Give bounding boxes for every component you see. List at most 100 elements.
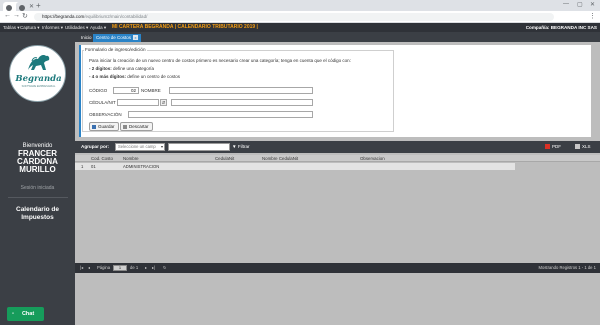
record-count: Mostrando Registros 1 - 1 de 1 [538,265,597,270]
calendar-line-2: Impuestos [21,214,54,221]
codigo-label: CÓDIGO [89,88,108,93]
tab-centro-costos-label: Centro de Costos [96,35,132,40]
filter-button[interactable]: ▼ Filtrar [232,144,250,149]
user-last-name-2: MURILLO [19,165,56,174]
column-header[interactable]: CedulaNit [215,155,234,162]
app-title: MI CARTERA BEGRANDA | CALENDARIO TRIBUTA… [112,24,258,30]
page-number-input[interactable]: 1 [113,265,127,271]
url-host: https://begranda.com [42,14,85,19]
sidebar: Begranda SOFTWARE EMPRESARIAL Bienvenido… [0,32,75,325]
filter-input[interactable] [168,143,230,151]
browser-menu-icon[interactable]: ⋮ [589,12,596,20]
form-accent-bar [79,45,81,137]
tab-close-icon[interactable]: ✕ [29,3,34,10]
tab-centro-costos[interactable]: Centro de Costos x [93,34,142,42]
back-arrow-icon[interactable]: ← [4,12,11,19]
group-by-select[interactable]: Seleccione un camp ▾ [115,143,165,151]
chat-label: Chat [21,311,35,317]
browser-tab-bar: ✕ ✕ + — ▢ ✕ [0,0,600,11]
xls-label: XLS [582,144,591,149]
cell-cod-costo: 01 [91,164,96,169]
sidebar-divider [8,197,68,198]
table-row[interactable]: 1 01 ADMINISTRACION [75,163,515,170]
form-info-line-3: - 4 o más dígitos: define un centro de c… [89,74,180,79]
cedula-lookup-icon[interactable]: ⇵ [160,99,167,106]
address-bar[interactable]: https://begranda.com/equilibrium2/main/c… [34,13,554,21]
reload-icon[interactable]: ↻ [22,12,28,20]
tab-close-icon[interactable]: x [133,35,139,40]
browser-toolbar: ← → ↻ https://begranda.com/equilibrium2/… [0,11,600,23]
codigo-input[interactable]: 02 [113,87,139,94]
observacion-input[interactable] [128,111,313,118]
group-by-label: Agrupar por: [81,144,110,149]
calendar-link[interactable]: Calendario de Impuestos [0,206,75,222]
save-disk-icon [92,124,96,129]
xls-icon [575,144,580,149]
next-page-icon[interactable]: ▸ [145,263,147,273]
session-status: Sesión iniciada [20,185,55,191]
pdf-icon [545,144,550,149]
forward-arrow-icon[interactable]: → [13,12,20,19]
menu-captura[interactable]: Captura ▾ [20,23,40,32]
grid-toolbar: Agrupar por: Seleccione un camp ▾ ▼ Filt… [75,141,600,153]
save-button[interactable]: Guardar [89,122,119,131]
company-label: Compañía: BEGRANDA INC SAS [525,25,597,30]
close-window-icon[interactable]: ✕ [590,1,595,8]
cell-nombre: ADMINISTRACION [123,164,160,169]
first-page-icon[interactable]: |◂ [80,263,83,273]
pdf-label: PDF [552,144,561,149]
page-of-text: de 1 [130,265,139,270]
discard-button[interactable]: Descartar [120,122,153,131]
grid-pager: |◂ ◂ Página 1 de 1 ▸ ▸| ↻ Mostrando Regi… [75,263,600,273]
tab-inicio-label: Inicio [81,35,92,40]
page-label: Página [97,265,111,270]
column-header[interactable]: Nombre [123,155,139,162]
horse-logo-icon [28,55,50,70]
app-header: Tablas ▾ Captura ▾ Informes ▾ Utilidades… [0,23,600,32]
logo-text: Begranda [15,74,62,84]
maximize-icon[interactable]: ▢ [577,1,583,8]
chevron-down-icon: ▾ [160,144,163,149]
filter-label: Filtrar [237,144,250,149]
refresh-icon[interactable]: ↻ [163,263,167,273]
company-logo: Begranda SOFTWARE EMPRESARIAL [9,45,66,102]
browser-tab-inactive[interactable]: ✕ [16,2,38,11]
column-header[interactable]: Cod. Costo [91,155,113,162]
cedula-name-input[interactable] [171,99,313,106]
chat-button[interactable]: ▫ Chat [7,307,44,321]
new-tab-icon[interactable]: + [36,1,41,10]
discard-icon [123,124,127,129]
minimize-icon[interactable]: — [563,1,569,7]
menu-utilidades[interactable]: Utilidades ▾ [65,23,88,32]
export-pdf-button[interactable]: PDF [545,144,561,149]
form-info-line-1: Para iniciar la creación de un nuevo cen… [89,58,351,63]
welcome-block: Bienvenido FRANCER CARDONA MURILLO [0,142,75,174]
filter-funnel-icon: ▼ [232,144,237,149]
menu-ayuda[interactable]: Ayuda ▾ [90,23,106,32]
nombre-input[interactable] [169,87,313,94]
grid-header: Cod. Costo Nombre CedulaNit Nombre Cedul… [75,155,600,162]
column-header[interactable]: Nombre CedulaNit [262,155,298,162]
form-info-line-2: - 2 dígitos: define una categoría [89,66,154,71]
column-header[interactable]: Observacion [360,155,385,162]
export-xls-button[interactable]: XLS [575,144,591,149]
logo-subtext: SOFTWARE EMPRESARIAL [21,85,56,88]
main-content: Formulario de ingreso/edición Para inici… [75,42,600,325]
form-legend: Formulario de ingreso/edición [84,47,147,52]
group-by-placeholder: Seleccione un camp [118,144,156,149]
cedula-input[interactable] [117,99,159,106]
menu-informes[interactable]: Informes ▾ [42,23,63,32]
cost-center-form: Formulario de ingreso/edición Para inici… [79,45,591,137]
info-2-bold: - 2 dígitos: [89,66,112,71]
observacion-label: OBSERVACIÓN [89,112,122,117]
url-path: /equilibrium2/main/contabilidad/ [84,14,148,19]
menu-tablas[interactable]: Tablas ▾ [3,23,20,32]
info-3-text: define un centro de costos [126,74,181,79]
chat-bubble-icon: ▫ [12,311,14,317]
row-number: 1 [81,164,84,169]
nombre-label: NOMBRE [141,88,161,93]
last-page-icon[interactable]: ▸| [152,263,155,273]
discard-button-label: Descartar [129,124,149,129]
save-button-label: Guardar [98,124,115,129]
prev-page-icon[interactable]: ◂ [88,263,90,273]
